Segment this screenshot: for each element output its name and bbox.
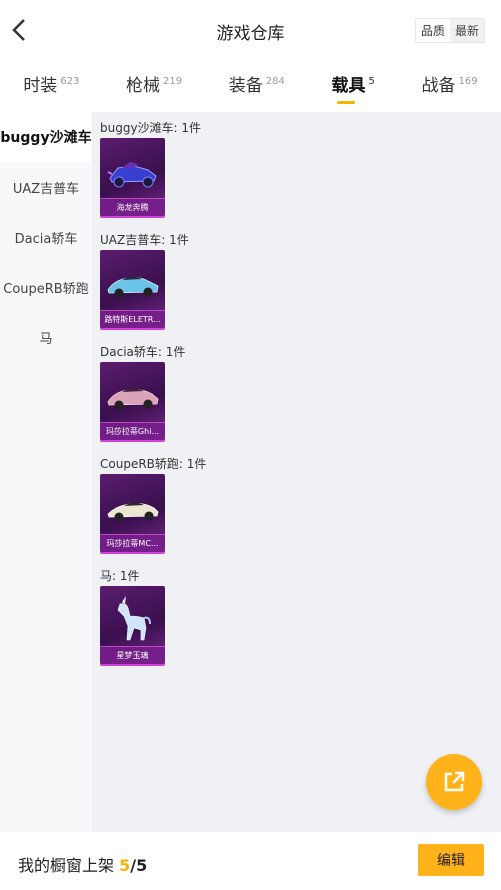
- item-card[interactable]: 星梦玉璃: [100, 586, 165, 664]
- tab-vehicles[interactable]: 载具 5: [326, 67, 381, 106]
- sidebar-item-horse[interactable]: 马: [0, 312, 92, 362]
- tab-guns[interactable]: 枪械 219: [120, 67, 188, 106]
- car-icon: [107, 276, 159, 298]
- item-name: 路特斯ELETR...: [100, 310, 165, 328]
- car-icon: [107, 502, 159, 522]
- tab-label: 装备: [228, 75, 263, 96]
- showcase-total: /5: [130, 856, 148, 875]
- item-name: 海龙奔腾: [100, 198, 165, 216]
- sidebar-item-buggy[interactable]: buggy沙滩车: [0, 112, 92, 162]
- tab-equipment[interactable]: 装备 284: [223, 67, 291, 106]
- showcase-label: 我的橱窗上架: [18, 856, 115, 875]
- item-name: 玛莎拉蒂MC...: [100, 534, 165, 552]
- group-title: 马: 1件: [100, 569, 140, 583]
- car-icon: [107, 388, 159, 410]
- sort-toggle: 品质 最新: [414, 18, 485, 43]
- tab-count: 169: [458, 75, 478, 87]
- footer-bar: 我的橱窗上架 5/5 编辑: [0, 832, 501, 890]
- tab-fashion[interactable]: 时装 623: [17, 67, 85, 106]
- sort-quality-button[interactable]: 品质: [415, 19, 450, 42]
- category-tabs: 时装 623 枪械 219 装备 284 载具 5 战备 169: [0, 62, 501, 110]
- item-name: 玛莎拉蒂Ghi...: [100, 422, 165, 440]
- item-card[interactable]: 玛莎拉蒂MC...: [100, 474, 165, 552]
- tab-count: 5: [368, 75, 375, 87]
- unicorn-icon: [117, 596, 151, 641]
- showcase-current: 5: [119, 856, 131, 875]
- group-title: CoupeRB轿跑: 1件: [100, 457, 207, 471]
- tab-count: 219: [163, 75, 183, 87]
- tab-count: 623: [60, 75, 80, 87]
- sort-latest-button[interactable]: 最新: [449, 19, 484, 42]
- group-title: Dacia轿车: 1件: [100, 345, 186, 359]
- sidebar: buggy沙滩车 UAZ吉普车 Dacia轿车 CoupeRB轿跑 马: [0, 112, 92, 832]
- item-list: buggy沙滩车: 1件 海龙奔腾 UAZ吉普车: 1件 路特斯ELETR...…: [92, 112, 501, 832]
- tab-label: 载具: [331, 75, 366, 96]
- tab-count: 284: [265, 75, 285, 87]
- item-name: 星梦玉璃: [100, 646, 165, 664]
- buggy-icon: [107, 162, 157, 188]
- item-card[interactable]: 海龙奔腾: [100, 138, 165, 216]
- item-card[interactable]: 路特斯ELETR...: [100, 250, 165, 328]
- edit-button[interactable]: 编辑: [418, 844, 484, 876]
- tab-label: 时装: [23, 75, 58, 96]
- share-button[interactable]: [426, 754, 482, 810]
- sidebar-item-uaz[interactable]: UAZ吉普车: [0, 162, 92, 212]
- showcase-status: 我的橱窗上架 5/5: [18, 852, 147, 876]
- share-icon: [444, 771, 465, 792]
- group-title: UAZ吉普车: 1件: [100, 233, 189, 247]
- tab-label: 战备: [421, 75, 456, 96]
- tab-supplies[interactable]: 战备 169: [416, 67, 484, 106]
- tab-label: 枪械: [126, 75, 161, 96]
- sidebar-item-coupe[interactable]: CoupeRB轿跑: [0, 262, 92, 312]
- item-card[interactable]: 玛莎拉蒂Ghi...: [100, 362, 165, 440]
- group-title: buggy沙滩车: 1件: [100, 121, 202, 135]
- header: 游戏仓库 品质 最新: [0, 0, 501, 62]
- sidebar-item-dacia[interactable]: Dacia轿车: [0, 212, 92, 262]
